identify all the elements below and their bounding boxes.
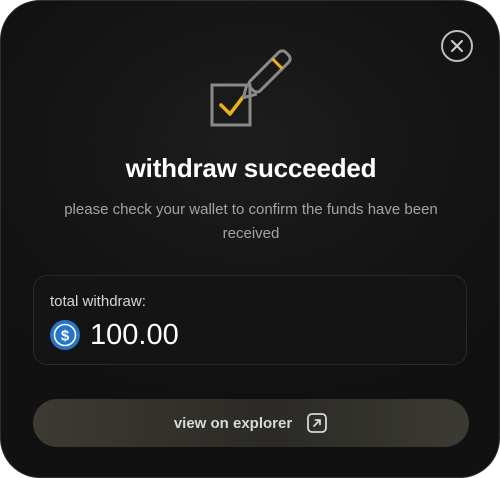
close-icon bbox=[451, 40, 463, 52]
checkbox-pen-icon bbox=[210, 49, 292, 127]
modal-title: withdraw succeeded bbox=[125, 153, 377, 183]
view-on-explorer-button[interactable]: view on explorer bbox=[33, 399, 469, 447]
modal-subtitle: please check your wallet to confirm the … bbox=[64, 201, 438, 242]
usdc-coin-icon: $ bbox=[50, 320, 80, 350]
svg-text:$: $ bbox=[61, 328, 70, 345]
total-withdraw-label: total withdraw: bbox=[50, 293, 146, 310]
external-link-icon bbox=[307, 413, 328, 433]
view-on-explorer-label: view on explorer bbox=[173, 414, 293, 432]
close-button[interactable] bbox=[441, 30, 473, 62]
withdraw-amount: 100.00 bbox=[90, 319, 179, 351]
withdraw-summary-card: total withdraw: $ 100.00 bbox=[33, 275, 467, 365]
withdraw-success-modal: withdraw succeeded please check your wal… bbox=[0, 0, 500, 478]
